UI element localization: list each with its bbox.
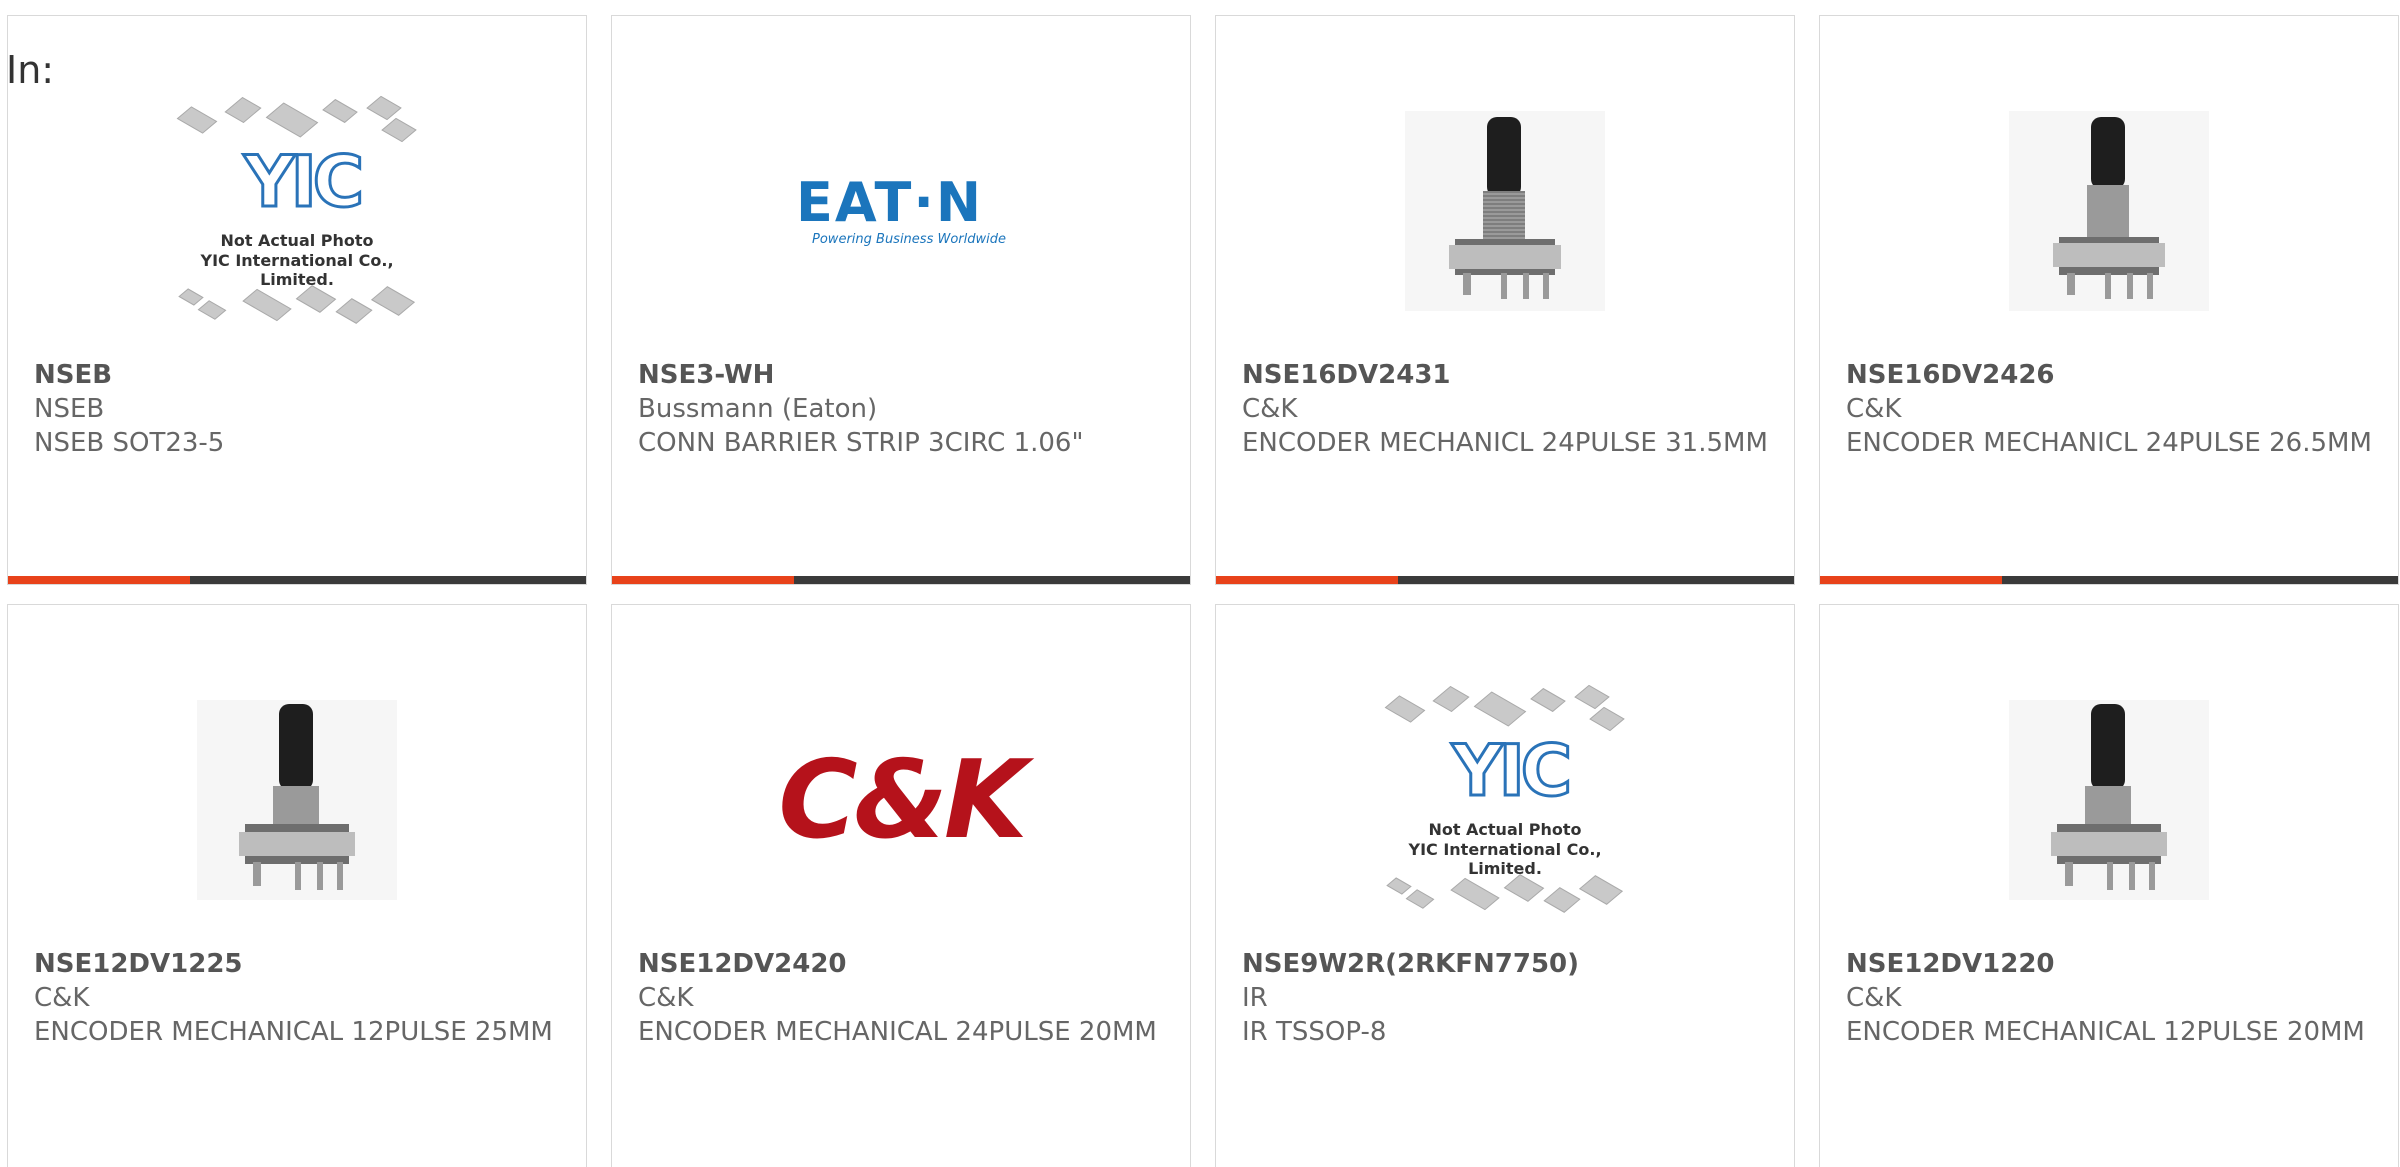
card-bar	[1820, 576, 2398, 584]
product-card[interactable]: NSE12DV1220 C&K ENCODER MECHANICAL 12PUL…	[1819, 604, 2399, 1167]
in-label: In:	[6, 48, 55, 92]
description: IR TSSOP-8	[1242, 1017, 1387, 1047]
description: ENCODER MECHANICL 24PULSE 31.5MM	[1242, 428, 1768, 458]
product-card[interactable]: NSE16DV2426 C&K ENCODER MECHANICL 24PULS…	[1819, 15, 2399, 585]
product-image[interactable]: YIC Not Actual Photo YIC International C…	[8, 66, 586, 356]
manufacturer: C&K	[34, 983, 90, 1013]
manufacturer: C&K	[638, 983, 694, 1013]
product-image[interactable]: C&K	[612, 655, 1190, 945]
product-card[interactable]: EAT·N Powering Business Worldwide NSE3-W…	[611, 15, 1191, 585]
product-image[interactable]	[1820, 655, 2398, 945]
product-card[interactable]: C&K NSE12DV2420 C&K ENCODER MECHANICAL 2…	[611, 604, 1191, 1167]
product-image[interactable]: EAT·N Powering Business Worldwide	[612, 66, 1190, 356]
ck-logo: C&K	[778, 737, 1027, 863]
product-image[interactable]	[1216, 66, 1794, 356]
product-card[interactable]: YIC Not Actual Photo YIC International C…	[7, 15, 587, 585]
manufacturer: NSEB	[34, 394, 105, 424]
product-card[interactable]: NSE12DV1225 C&K ENCODER MECHANICAL 12PUL…	[7, 604, 587, 1167]
product-image[interactable]	[1820, 66, 2398, 356]
description: NSEB SOT23-5	[34, 428, 225, 458]
manufacturer: Bussmann (Eaton)	[638, 394, 878, 424]
card-bar	[8, 576, 586, 584]
card-bar	[1216, 576, 1794, 584]
description: CONN BARRIER STRIP 3CIRC 1.06"	[638, 428, 1084, 458]
part-number[interactable]: NSE9W2R(2RKFN7750)	[1242, 947, 1774, 981]
encoder-photo	[2009, 111, 2209, 311]
description: ENCODER MECHANICAL 24PULSE 20MM	[638, 1017, 1157, 1047]
encoder-photo	[197, 700, 397, 900]
part-number[interactable]: NSE12DV2420	[638, 947, 1170, 981]
encoder-photo	[2009, 700, 2209, 900]
part-number[interactable]: NSEB	[34, 358, 566, 392]
description: ENCODER MECHANICAL 12PULSE 25MM	[34, 1017, 553, 1047]
part-number[interactable]: NSE12DV1220	[1846, 947, 2378, 981]
yic-placeholder-image: YIC Not Actual Photo YIC International C…	[162, 91, 432, 331]
description: ENCODER MECHANICAL 12PULSE 20MM	[1846, 1017, 2365, 1047]
encoder-photo	[1405, 111, 1605, 311]
manufacturer: C&K	[1846, 983, 1902, 1013]
manufacturer: C&K	[1846, 394, 1902, 424]
manufacturer: C&K	[1242, 394, 1298, 424]
product-card[interactable]: YIC Not Actual Photo YIC International C…	[1215, 604, 1795, 1167]
product-image[interactable]: YIC Not Actual Photo YIC International C…	[1216, 655, 1794, 945]
product-grid: YIC Not Actual Photo YIC International C…	[0, 0, 2400, 1167]
yic-placeholder-image: YIC Not Actual Photo YIC International C…	[1370, 680, 1640, 920]
part-number[interactable]: NSE3-WH	[638, 358, 1170, 392]
part-number[interactable]: NSE12DV1225	[34, 947, 566, 981]
eaton-logo: EAT·N Powering Business Worldwide	[796, 171, 1006, 247]
product-image[interactable]	[8, 655, 586, 945]
card-bar	[612, 576, 1190, 584]
product-card[interactable]: NSE16DV2431 C&K ENCODER MECHANICL 24PULS…	[1215, 15, 1795, 585]
part-number[interactable]: NSE16DV2426	[1846, 358, 2378, 392]
description: ENCODER MECHANICL 24PULSE 26.5MM	[1846, 428, 2372, 458]
part-number[interactable]: NSE16DV2431	[1242, 358, 1774, 392]
manufacturer: IR	[1242, 983, 1268, 1013]
